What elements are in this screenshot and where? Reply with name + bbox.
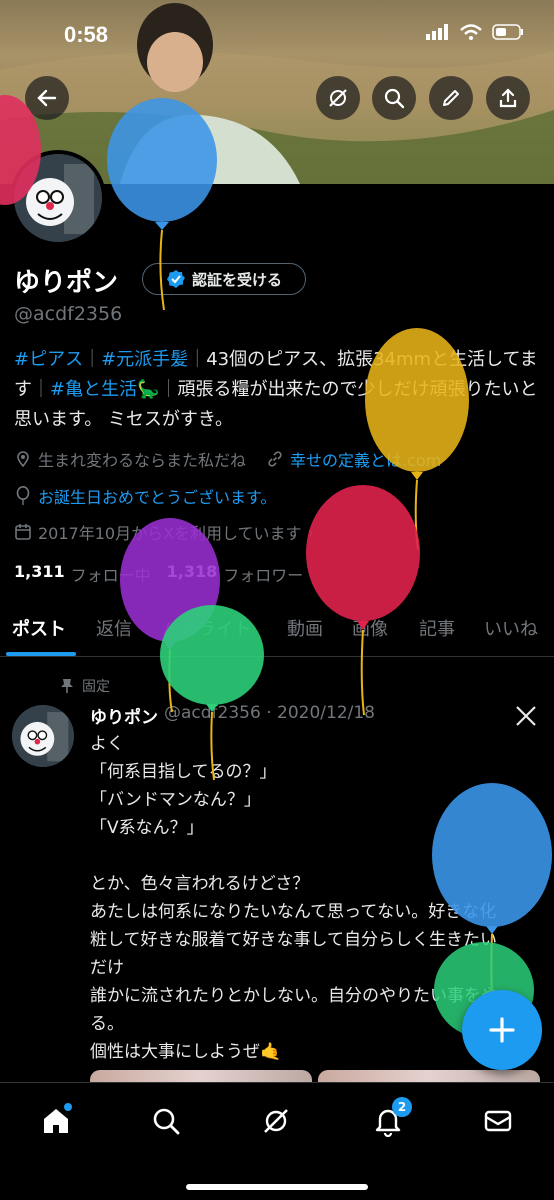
notifications-badge: 2 [392,1097,412,1117]
following-label[interactable]: フォロー中 [71,562,151,586]
pinned-label: 固定 [82,679,110,695]
bio-separator: ｜ [159,379,178,400]
status-icons [426,24,524,40]
dinosaur-emoji: 🦕 [137,379,160,400]
post-author-name[interactable]: ゆりポン [90,703,158,728]
get-verified-label: 認証を受ける [191,270,282,289]
profile-bio: #ピアス｜#元派手髪｜43個のピアス、拡張34mmと生活してます｜#亀と生活🦕｜… [14,345,544,435]
profile-joined-date: 2017年10月からXを利用しています [38,524,302,543]
bio-hashtag-turtle-life[interactable]: #亀と生活 [50,379,137,400]
share-icon [499,88,517,108]
tab-replies[interactable]: 返信 [96,615,132,641]
post-header: ゆりポン @acdf2356 · 2020/12/18 [90,703,375,728]
link-icon [268,451,282,467]
bottom-navigation: 2 [0,1082,554,1200]
follow-stats: 1,311 フォロー中 1,318 フォロワー [14,562,303,586]
bio-separator: ｜ [188,349,207,370]
followers-label[interactable]: フォロワー [223,562,303,586]
nav-search[interactable] [144,1099,188,1143]
home-indicator [186,1184,368,1190]
back-arrow-icon [37,89,57,107]
bio-separator: ｜ [83,349,102,370]
grok-button[interactable] [316,76,360,120]
search-button[interactable] [372,76,416,120]
profile-name: ゆりポン [14,268,119,298]
post-handle-date[interactable]: @acdf2356 · 2020/12/18 [164,703,375,728]
edit-icon [443,90,459,106]
search-icon [153,1108,180,1135]
x-logo-icon[interactable] [514,704,538,728]
compose-post-button[interactable] [462,990,542,1070]
grok-icon [329,89,347,107]
nav-home[interactable] [34,1099,78,1143]
profile-birthday: お誕生日おめでとうございます。 [38,488,277,507]
verified-badge-icon [166,270,185,288]
wifi-icon [460,24,482,40]
post-author-avatar[interactable] [12,705,74,767]
profile-meta-row-2: お誕生日おめでとうございます。 [14,484,276,508]
pinned-indicator: 固定 [60,676,110,696]
tab-likes[interactable]: いいね [484,615,538,641]
chevron-right-icon[interactable]: › [308,523,314,542]
get-verified-button[interactable]: 認証を受ける [142,263,306,295]
edit-button[interactable] [429,76,473,120]
bio-hashtag-former-flashy-hair[interactable]: #元派手髪 [101,349,188,370]
followers-count[interactable]: 1,318 [167,562,218,586]
avatar-image [14,154,102,242]
status-time: 0:58 [64,22,109,47]
profile-website-link[interactable]: 幸せの定義とは.com [290,447,441,471]
plus-icon [489,1017,515,1043]
balloon-icon [16,486,30,505]
tab-highlights[interactable]: ハイライト [162,615,252,641]
profile-meta-row-3: 2017年10月からXを利用しています › [14,520,314,544]
signal-icon [426,24,448,40]
following-count[interactable]: 1,311 [14,562,65,586]
tab-articles[interactable]: 記事 [419,615,455,641]
calendar-icon [15,524,31,540]
back-button[interactable] [25,76,69,120]
tab-posts[interactable]: ポスト [12,615,66,641]
location-icon [17,451,29,468]
bio-hashtag-piercing[interactable]: #ピアス [14,349,83,370]
avatar-image [12,705,74,767]
profile-meta-row-1: 生まれ変わるならまた私だね 幸せの定義とは.com [14,447,441,471]
profile-tabs: ポスト 返信 ハイライト 動画 画像 記事 いいね [0,603,554,657]
nav-notifications[interactable]: 2 [366,1097,412,1143]
post-text: よく 「何系目指してるの？」 「バンドマンなん？」 「V系なん？」 とか、色々言… [90,734,498,1062]
nav-messages[interactable] [476,1099,520,1143]
profile-screen: 0:58 ゆりポン 認証を受ける @acdf2356 #ピアス｜#元派手髪｜43… [0,0,554,1200]
bio-separator: ｜ [32,379,50,400]
tab-videos[interactable]: 動画 [287,615,323,641]
pin-icon [61,679,73,693]
mail-icon [484,1110,512,1132]
profile-location: 生まれ変わるならまた私だね [38,451,247,470]
grok-icon [264,1109,288,1133]
search-icon [384,88,405,109]
nav-grok[interactable] [254,1099,298,1143]
profile-avatar[interactable] [10,150,106,246]
active-tab-indicator [6,652,76,656]
balloon-red [306,485,420,716]
tab-photos[interactable]: 画像 [352,615,388,641]
home-new-dot [64,1103,72,1111]
profile-handle: @acdf2356 [14,303,123,325]
share-button[interactable] [486,76,530,120]
battery-icon [492,24,523,40]
